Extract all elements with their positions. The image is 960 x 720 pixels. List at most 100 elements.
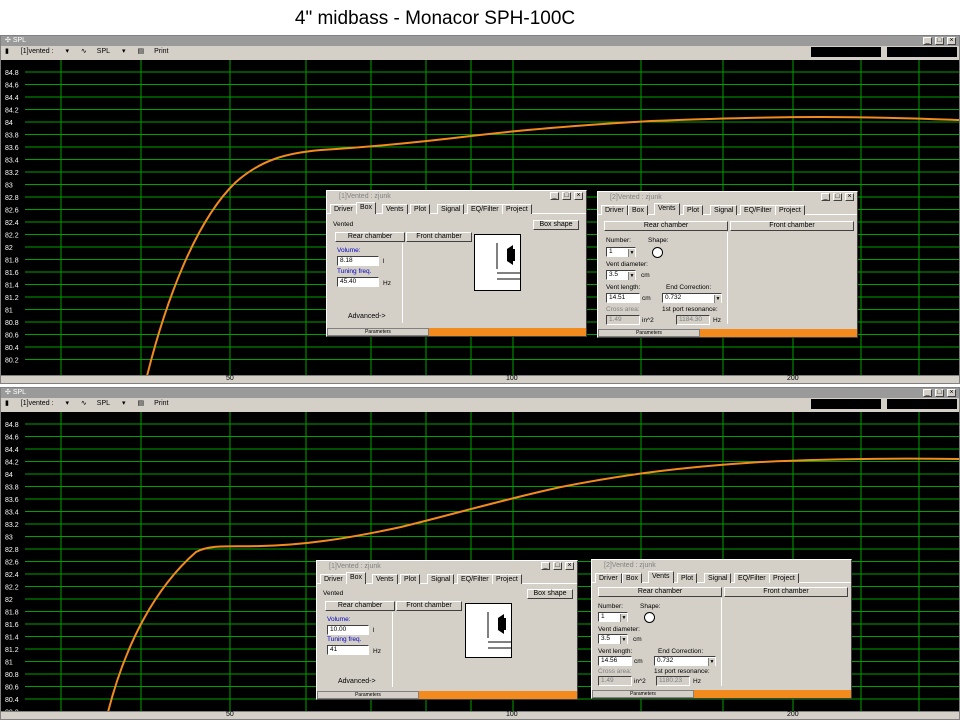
maximize-button[interactable]: □ bbox=[935, 389, 944, 397]
rear-chamber-button[interactable]: Rear chamber bbox=[325, 601, 395, 611]
x-tick-50: 50 bbox=[226, 375, 234, 382]
spl-selector[interactable]: ∿ SPL ▾ bbox=[81, 48, 126, 55]
tab-project[interactable]: Project bbox=[769, 573, 799, 583]
maximize-button[interactable]: □ bbox=[553, 562, 562, 570]
chevron-down-icon[interactable]: ▼ bbox=[620, 614, 627, 622]
chevron-down-icon[interactable]: ▼ bbox=[628, 249, 635, 257]
divider bbox=[721, 598, 722, 686]
vent-diameter-select[interactable]: 3.5 ▼ bbox=[606, 270, 636, 280]
vent-length-input[interactable]: 14.56 bbox=[598, 656, 632, 666]
close-button[interactable]: × bbox=[947, 37, 956, 45]
x-tick-100: 100 bbox=[506, 711, 518, 718]
minimize-button[interactable]: _ bbox=[541, 562, 550, 570]
close-button[interactable]: × bbox=[845, 193, 854, 201]
advanced-button[interactable]: Advanced-> bbox=[338, 678, 376, 686]
end-correction-select[interactable]: 0.732 ▼ bbox=[654, 656, 716, 666]
y-tick-label: 80.8 bbox=[5, 320, 19, 327]
spl-selector[interactable]: ∿ SPL ▾ bbox=[81, 400, 126, 407]
volume-input[interactable]: 10.00 bbox=[327, 625, 369, 635]
tab-project[interactable]: Project bbox=[492, 574, 522, 584]
front-chamber-button[interactable]: Front chamber bbox=[724, 587, 848, 597]
y-tick-label: 83.8 bbox=[5, 485, 19, 492]
minimize-button[interactable]: _ bbox=[923, 37, 932, 45]
tab-signal[interactable]: Signal bbox=[427, 574, 455, 584]
tab-eq-filter[interactable]: EQ/Filter bbox=[467, 204, 503, 214]
tab-driver[interactable]: Driver bbox=[601, 205, 628, 215]
tab-project[interactable]: Project bbox=[502, 204, 532, 214]
tab-vents[interactable]: Vents bbox=[382, 204, 408, 214]
tab-signal[interactable]: Signal bbox=[437, 204, 465, 214]
close-button[interactable]: × bbox=[574, 192, 583, 200]
minimize-button[interactable]: _ bbox=[550, 192, 559, 200]
box-diagram bbox=[474, 234, 521, 291]
tuning-freq-input[interactable]: 41 bbox=[327, 645, 369, 655]
box-shape-button[interactable]: Box shape bbox=[533, 220, 579, 230]
vent-diameter-select[interactable]: 3.5 ▼ bbox=[598, 634, 628, 644]
tab-driver[interactable]: Driver bbox=[595, 573, 622, 583]
vent-shape-circle-icon[interactable] bbox=[644, 612, 655, 623]
chevron-down-icon[interactable]: ▼ bbox=[714, 295, 721, 303]
minimize-button[interactable]: _ bbox=[923, 389, 932, 397]
vented-selector[interactable]: ▮ [1]vented : ▾ bbox=[5, 400, 69, 407]
vent-diameter-unit: cm bbox=[641, 272, 650, 279]
close-button[interactable]: × bbox=[947, 389, 956, 397]
tab-plot[interactable]: Plot bbox=[400, 574, 421, 584]
tab-signal[interactable]: Signal bbox=[704, 573, 732, 583]
rear-chamber-button[interactable]: Rear chamber bbox=[598, 587, 722, 597]
divider bbox=[392, 612, 393, 687]
box-shape-button[interactable]: Box shape bbox=[527, 589, 573, 599]
rear-chamber-button[interactable]: Rear chamber bbox=[335, 232, 405, 242]
front-chamber-button[interactable]: Front chamber bbox=[396, 601, 462, 611]
tuning-freq-input[interactable]: 45.40 bbox=[337, 277, 379, 287]
tab-plot[interactable]: Plot bbox=[683, 205, 704, 215]
print-button[interactable]: ▤ Print bbox=[137, 48, 178, 55]
tab-box[interactable]: Box bbox=[622, 573, 643, 583]
front-chamber-button[interactable]: Front chamber bbox=[730, 221, 854, 231]
vent-length-input[interactable]: 14.51 bbox=[606, 293, 640, 303]
number-select[interactable]: 1 ▼ bbox=[606, 247, 636, 257]
chevron-down-icon[interactable]: ▼ bbox=[620, 636, 627, 644]
y-tick-label: 80.4 bbox=[5, 345, 19, 352]
tab-vents[interactable]: Vents bbox=[372, 574, 398, 584]
y-tick-label: 83.4 bbox=[5, 510, 19, 517]
tab-box[interactable]: Box bbox=[628, 205, 649, 215]
front-chamber-button[interactable]: Front chamber bbox=[406, 232, 472, 242]
y-tick-label: 84 bbox=[5, 472, 13, 479]
maximize-button[interactable]: □ bbox=[935, 37, 944, 45]
tab-signal[interactable]: Signal bbox=[710, 205, 738, 215]
tab-plot[interactable]: Plot bbox=[677, 573, 698, 583]
maximize-button[interactable]: □ bbox=[562, 192, 571, 200]
status-progress bbox=[700, 329, 857, 337]
tab-driver[interactable]: Driver bbox=[320, 574, 347, 584]
y-tick-label: 80.6 bbox=[5, 685, 19, 692]
tab-eq-filter[interactable]: EQ/Filter bbox=[734, 573, 770, 583]
tab-vents[interactable]: Vents bbox=[648, 571, 674, 583]
vented-selector[interactable]: ▮ [1]vented : ▾ bbox=[5, 48, 69, 55]
minimize-button[interactable]: _ bbox=[821, 193, 830, 201]
tab-eq-filter[interactable]: EQ/Filter bbox=[740, 205, 776, 215]
tab-project[interactable]: Project bbox=[775, 205, 805, 215]
rear-chamber-button[interactable]: Rear chamber bbox=[604, 221, 728, 231]
tab-vents[interactable]: Vents bbox=[654, 203, 680, 215]
tab-driver[interactable]: Driver bbox=[330, 204, 357, 214]
dialog-tabs: Driver Box Vents Plot Signal EQ/Filter P… bbox=[598, 203, 857, 215]
tab-eq-filter[interactable]: EQ/Filter bbox=[457, 574, 493, 584]
y-tick-label: 83.4 bbox=[5, 158, 19, 165]
number-select[interactable]: 1 ▼ bbox=[598, 612, 628, 622]
dialog-status-bar: Parameters bbox=[592, 690, 851, 698]
tab-box[interactable]: Box bbox=[346, 572, 367, 584]
print-button[interactable]: ▤ Print bbox=[137, 400, 178, 407]
advanced-button[interactable]: Advanced-> bbox=[348, 313, 386, 321]
end-correction-label: End Correction: bbox=[666, 284, 712, 291]
chevron-down-icon[interactable]: ▼ bbox=[708, 658, 715, 666]
maximize-button[interactable]: □ bbox=[833, 193, 842, 201]
tab-plot[interactable]: Plot bbox=[410, 204, 431, 214]
vent-diameter-label: Vent diameter: bbox=[606, 261, 648, 268]
y-tick-label: 84.4 bbox=[5, 95, 19, 102]
close-button[interactable]: × bbox=[565, 562, 574, 570]
tab-box[interactable]: Box bbox=[356, 202, 377, 214]
chevron-down-icon[interactable]: ▼ bbox=[628, 272, 635, 280]
vent-shape-circle-icon[interactable] bbox=[652, 247, 663, 258]
end-correction-select[interactable]: 0.732 ▼ bbox=[662, 293, 722, 303]
volume-input[interactable]: 8.18 bbox=[337, 256, 379, 266]
